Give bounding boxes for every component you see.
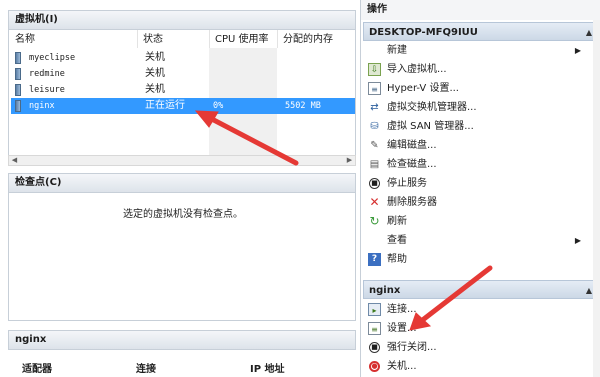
vm-state: 关机 (145, 52, 165, 63)
scroll-right-icon[interactable]: ▶ (344, 156, 355, 165)
network-adapter-table: 适配器 连接 IP 地址 (8, 350, 356, 377)
action-help[interactable]: ? 帮助 (363, 250, 599, 269)
vm-name: myeclipse (29, 53, 76, 63)
action-hyperv-settings[interactable]: ≡ Hyper-V 设置... (363, 79, 599, 98)
action-settings[interactable]: ≡ 设置... (363, 319, 599, 338)
vm-icon (15, 100, 21, 112)
column-header-ip: IP 地址 (250, 364, 285, 375)
vm-icon (15, 52, 21, 64)
vm-name: nginx (29, 101, 55, 111)
action-shutdown[interactable]: ● 关机... (363, 357, 599, 376)
settings-doc-icon: ≡ (368, 82, 381, 95)
inspect-disk-icon: ▤ (369, 159, 380, 170)
vm-actions-header[interactable]: nginx ▲ (363, 280, 599, 299)
blank-icon (368, 234, 381, 247)
column-header-memory[interactable]: 分配的内存 (283, 32, 333, 48)
action-import-vm[interactable]: ⇩ 导入虚拟机... (363, 60, 599, 79)
san-icon: ⛁ (370, 121, 379, 132)
actions-pane: 操作 DESKTOP-MFQ9IUU ▲ 新建 ▶ ⇩ 导入虚拟机... ≡ H… (360, 0, 600, 377)
vm-cpu-usage: 0% (213, 101, 224, 111)
host-actions-header[interactable]: DESKTOP-MFQ9IUU ▲ (363, 22, 599, 41)
stop-icon: ■ (369, 178, 380, 189)
checkpoint-empty-message: 选定的虚拟机没有检查点。 (123, 209, 243, 220)
scroll-left-icon[interactable]: ◀ (9, 156, 20, 165)
submenu-arrow-icon: ▶ (574, 46, 581, 55)
vm-state: 关机 (145, 68, 165, 79)
action-view[interactable]: 查看 ▶ (363, 231, 599, 250)
help-icon: ? (368, 253, 381, 266)
main-pane: 虚拟机(I) 名称 状态 CPU 使用率 分配的内存 myeclipse 关机 … (0, 0, 356, 377)
checkpoint-panel-header: 检查点(C) (8, 173, 356, 193)
collapse-icon[interactable]: ▲ (586, 23, 592, 42)
action-edit-disk[interactable]: ✎ 编辑磁盘... (363, 136, 599, 155)
checkpoint-list[interactable]: 选定的虚拟机没有检查点。 (8, 193, 356, 321)
shutdown-icon: ● (369, 361, 380, 372)
column-header-name[interactable]: 名称 (15, 32, 35, 48)
vm-icon (15, 68, 21, 80)
vm-row-leisure[interactable]: leisure 关机 (11, 82, 355, 98)
vm-state: 关机 (145, 84, 165, 95)
column-header-connection: 连接 (136, 364, 156, 375)
action-refresh[interactable]: ↻ 刷新 (363, 212, 599, 231)
vm-row-nginx[interactable]: nginx 正在运行 0% 5502 MB (11, 98, 355, 114)
action-virtual-san-manager[interactable]: ⛁ 虚拟 SAN 管理器... (363, 117, 599, 136)
connect-icon: ▸ (368, 303, 381, 316)
switch-icon: ⇄ (370, 102, 379, 113)
settings-icon: ≡ (368, 322, 381, 335)
action-new[interactable]: 新建 ▶ (363, 41, 599, 60)
host-name: DESKTOP-MFQ9IUU (369, 27, 478, 38)
column-header-adapter: 适配器 (22, 364, 52, 375)
vm-name: leisure (29, 85, 65, 95)
vm-panel-header: 虚拟机(I) (8, 10, 356, 30)
vertical-scrollbar[interactable] (593, 20, 600, 377)
action-virtual-switch-manager[interactable]: ⇄ 虚拟交换机管理器... (363, 98, 599, 117)
import-icon: ⇩ (368, 63, 381, 76)
column-header-state[interactable]: 状态 (143, 32, 163, 48)
vm-list[interactable]: 名称 状态 CPU 使用率 分配的内存 myeclipse 关机 redmine… (8, 30, 356, 155)
refresh-icon: ↻ (369, 214, 380, 228)
action-turn-off[interactable]: ■ 强行关闭... (363, 338, 599, 357)
turn-off-icon: ■ (369, 342, 380, 353)
horizontal-scrollbar[interactable]: ◀ ▶ (8, 155, 356, 166)
delete-icon: ✕ (369, 195, 380, 209)
vm-assigned-memory: 5502 MB (285, 101, 321, 111)
action-remove-server[interactable]: ✕ 删除服务器 (363, 193, 599, 212)
edit-disk-icon: ✎ (370, 140, 379, 151)
vm-row-myeclipse[interactable]: myeclipse 关机 (11, 50, 355, 66)
vm-icon (15, 84, 21, 96)
vm-name: redmine (29, 69, 65, 79)
column-header-cpu[interactable]: CPU 使用率 (215, 32, 269, 48)
vm-state: 正在运行 (145, 100, 185, 111)
actions-pane-title: 操作 (361, 0, 600, 20)
action-stop-service[interactable]: ■ 停止服务 (363, 174, 599, 193)
blank-icon (368, 44, 381, 57)
action-connect[interactable]: ▸ 连接... (363, 300, 599, 319)
action-inspect-disk[interactable]: ▤ 检查磁盘... (363, 155, 599, 174)
vm-name: nginx (369, 285, 401, 296)
vm-details-header: nginx (8, 330, 356, 350)
vm-row-redmine[interactable]: redmine 关机 (11, 66, 355, 82)
collapse-icon[interactable]: ▲ (586, 281, 592, 300)
submenu-arrow-icon: ▶ (574, 236, 581, 245)
